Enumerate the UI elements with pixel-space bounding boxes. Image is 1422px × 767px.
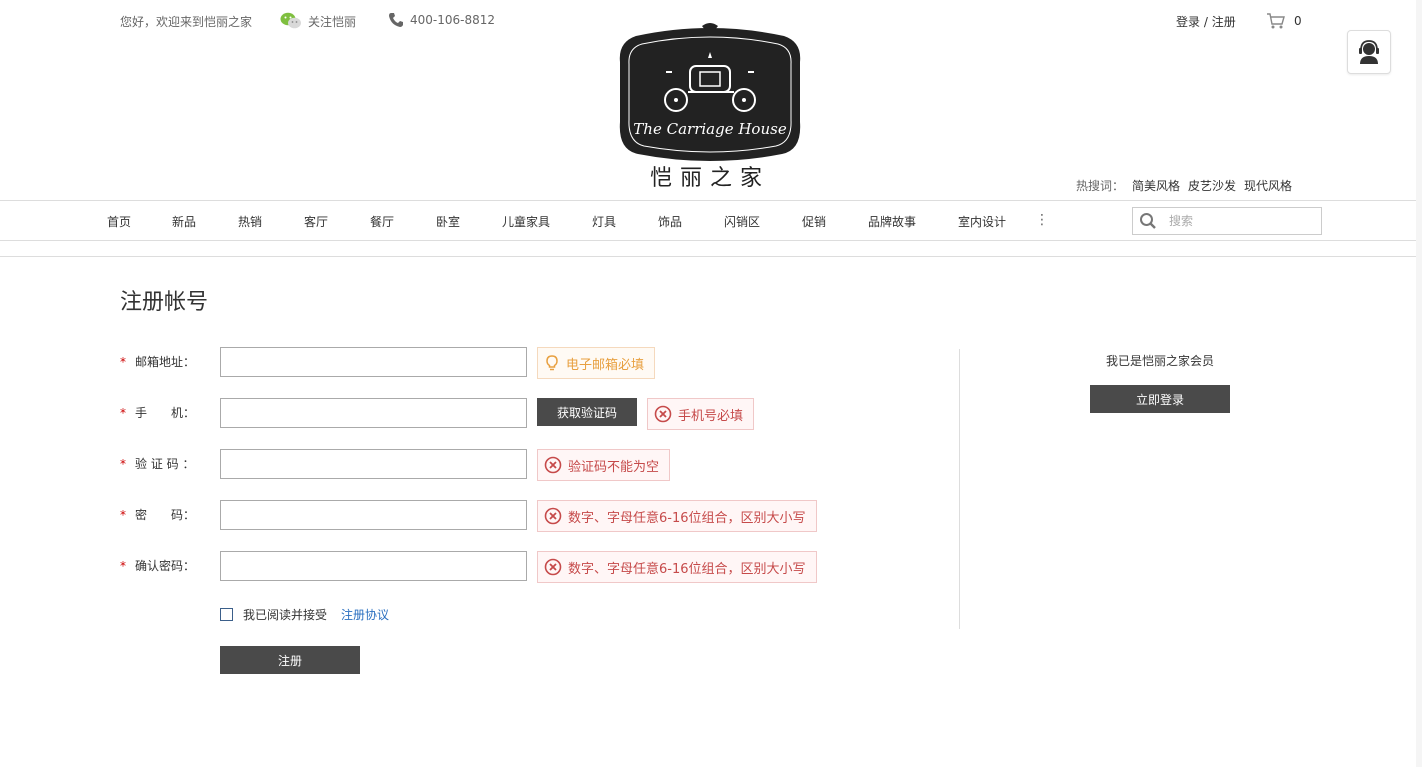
nav-item-brand-story[interactable]: 品牌故事 — [868, 213, 916, 230]
nav-more-icon[interactable]: ⋮ — [1035, 212, 1049, 228]
phone-icon — [389, 13, 403, 27]
nav-item-kids-furniture[interactable]: 儿童家具 — [502, 213, 550, 230]
confirm-password-error: 数字、字母任意6-16位组合，区别大小写 — [537, 551, 817, 583]
get-code-button[interactable]: 获取验证码 — [537, 398, 637, 426]
phone-contact: 400-106-8812 — [388, 12, 495, 28]
search-box — [1132, 207, 1322, 235]
error-circle-icon — [544, 456, 562, 474]
register-button[interactable]: 注册 — [220, 646, 360, 674]
email-label: * 邮箱地址： — [120, 355, 196, 369]
error-circle-icon — [544, 558, 562, 576]
required-mark: * — [120, 406, 126, 420]
error-circle-icon — [654, 405, 672, 423]
phone-error: 手机号必填 — [647, 398, 755, 430]
wechat-label: 关注恺丽 — [308, 14, 357, 29]
nav-item-lighting[interactable]: 灯具 — [592, 213, 616, 230]
nav-item-new[interactable]: 新品 — [172, 213, 196, 230]
header-divider — [0, 256, 1422, 257]
error-circle-icon — [544, 507, 562, 525]
logo-chinese-name: 恺丽之家 — [649, 166, 770, 191]
phone-field[interactable] — [220, 398, 527, 428]
hot-search-label: 热搜词： — [1076, 179, 1125, 193]
nav-item-bedroom[interactable]: 卧室 — [436, 213, 460, 230]
customer-service-button[interactable] — [1347, 30, 1391, 74]
nav-item-living-room[interactable]: 客厅 — [304, 213, 328, 230]
nav-item-interior-design[interactable]: 室内设计 — [958, 213, 1006, 230]
required-mark: * — [120, 457, 126, 471]
page-title: 注册帐号 — [120, 290, 209, 315]
agree-text: 我已阅读并接受 — [243, 608, 328, 622]
logo-english-name: The Carriage House — [633, 120, 787, 138]
hot-search-terms: 热搜词： 简美风格 皮艺沙发 现代风格 — [1076, 177, 1292, 194]
phone-number: 400-106-8812 — [410, 13, 496, 27]
vertical-divider — [959, 349, 960, 629]
verification-code-field[interactable] — [220, 449, 527, 479]
cart-count: 0 — [1294, 14, 1302, 28]
scrollbar[interactable] — [1416, 0, 1422, 767]
welcome-text: 您好，欢迎来到恺丽之家 — [120, 15, 253, 29]
agreement-row: 我已阅读并接受 注册协议 — [220, 606, 389, 623]
nav-item-flash-sale[interactable]: 闪销区 — [724, 213, 760, 230]
nav-item-home[interactable]: 首页 — [107, 213, 131, 230]
member-text: 我已是恺丽之家会员 — [1105, 354, 1214, 368]
cart-icon — [1267, 13, 1285, 29]
nav-item-dining-room[interactable]: 餐厅 — [370, 213, 394, 230]
search-input[interactable] — [1169, 214, 1309, 228]
password-error: 数字、字母任意6-16位组合，区别大小写 — [537, 500, 817, 532]
required-mark: * — [120, 355, 126, 369]
agreement-link[interactable]: 注册协议 — [341, 606, 389, 623]
hot-term-3[interactable]: 现代风格 — [1244, 177, 1292, 194]
password-field[interactable] — [220, 500, 527, 530]
nav-item-promotion[interactable]: 促销 — [802, 213, 826, 230]
nav-item-decor[interactable]: 饰品 — [658, 213, 682, 230]
login-link[interactable]: 登录 — [1176, 15, 1200, 29]
code-error: 验证码不能为空 — [537, 449, 671, 481]
auth-links: 登录 / 注册 — [1176, 13, 1236, 30]
login-now-button[interactable]: 立即登录 — [1090, 385, 1230, 413]
required-mark: * — [120, 559, 126, 573]
wechat-follow-link[interactable]: 关注恺丽 — [280, 12, 356, 30]
email-hint: 电子邮箱必填 — [537, 347, 656, 379]
carriage-logo-icon: The Carriage House — [619, 23, 801, 161]
register-link[interactable]: 注册 — [1212, 15, 1236, 29]
headset-icon — [1359, 40, 1379, 64]
wechat-icon — [280, 12, 301, 29]
lightbulb-icon — [546, 355, 558, 371]
required-mark: * — [120, 508, 126, 522]
hot-term-2[interactable]: 皮艺沙发 — [1188, 177, 1236, 194]
code-label: * 验 证 码 ： — [120, 457, 195, 471]
phone-label: * 手 机： — [120, 406, 196, 420]
main-navigation: 首页 新品 热销 客厅 餐厅 卧室 儿童家具 灯具 饰品 闪销区 促销 品牌故事… — [0, 200, 1422, 241]
search-icon[interactable] — [1139, 212, 1157, 230]
auth-separator: / — [1200, 15, 1212, 29]
confirm-password-label: * 确认密码： — [120, 559, 196, 573]
nav-item-hot[interactable]: 热销 — [238, 213, 262, 230]
agree-checkbox[interactable] — [220, 608, 233, 621]
hot-term-1[interactable]: 简美风格 — [1132, 177, 1180, 194]
confirm-password-field[interactable] — [220, 551, 527, 581]
password-label: * 密 码： — [120, 508, 196, 522]
cart-link[interactable]: 0 — [1266, 12, 1302, 30]
email-field[interactable] — [220, 347, 527, 377]
